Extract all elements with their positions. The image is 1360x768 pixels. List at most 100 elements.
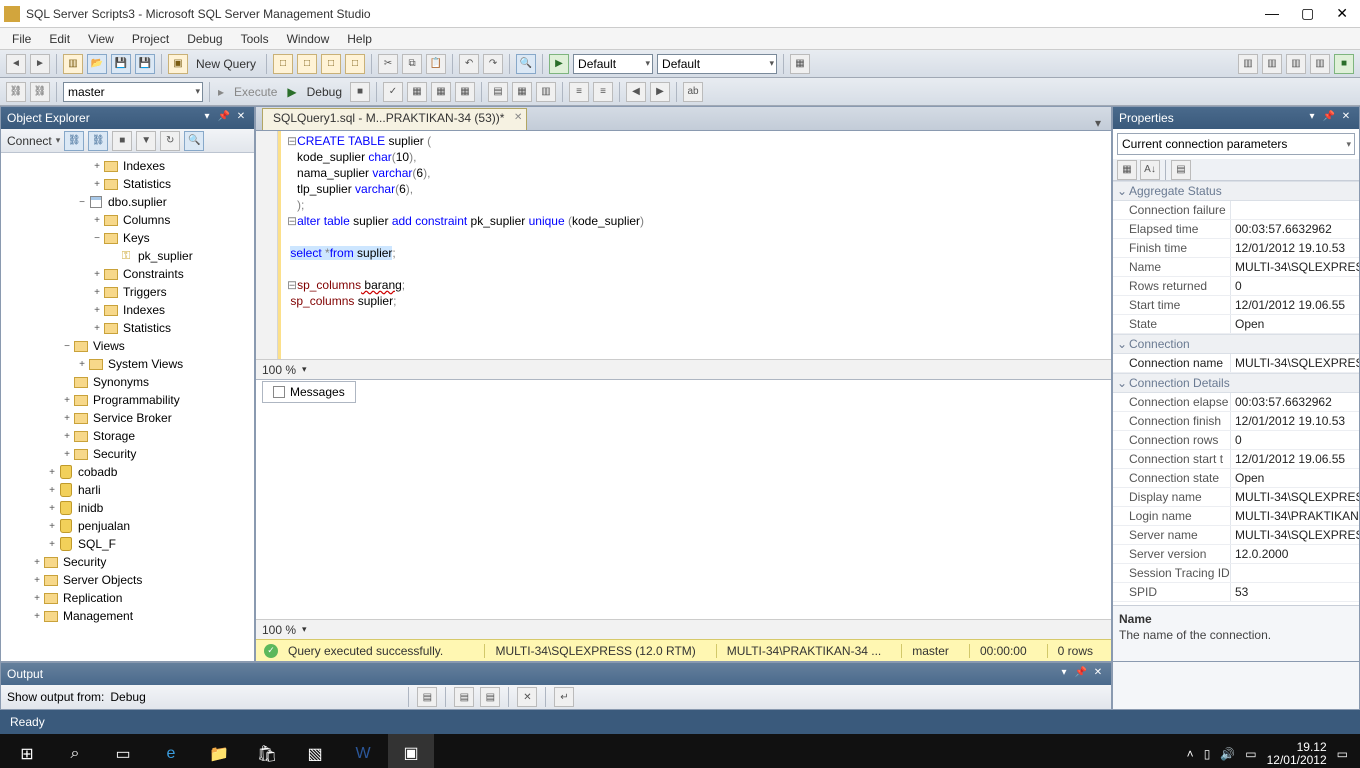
tb2-icon-3[interactable]: ▦ bbox=[455, 82, 475, 102]
filter-icon[interactable]: ▼ bbox=[136, 131, 156, 151]
tree-item[interactable]: +Storage bbox=[1, 427, 254, 445]
tree-item[interactable]: −Views bbox=[1, 337, 254, 355]
out-icon-1[interactable]: ▤ bbox=[417, 687, 437, 707]
messages-body[interactable] bbox=[256, 403, 1111, 619]
tree-item[interactable]: +Statistics bbox=[1, 175, 254, 193]
panel-dropdown-icon[interactable]: ▾ bbox=[200, 111, 214, 125]
connect-button[interactable]: Connect bbox=[7, 134, 52, 148]
tree-item[interactable]: −Keys bbox=[1, 229, 254, 247]
tree-item[interactable]: +Constraints bbox=[1, 265, 254, 283]
lang-icon[interactable]: ▭ bbox=[1245, 747, 1256, 761]
expand-icon[interactable]: + bbox=[46, 539, 58, 550]
expand-icon[interactable]: + bbox=[91, 287, 103, 298]
properties-grid[interactable]: Aggregate Status Connection failure Elap… bbox=[1113, 181, 1359, 605]
expand-icon[interactable]: + bbox=[31, 557, 43, 568]
close-button[interactable]: ✕ bbox=[1336, 5, 1348, 22]
indent-inc-icon[interactable]: ▶ bbox=[650, 82, 670, 102]
menu-tools[interactable]: Tools bbox=[233, 30, 277, 48]
parse-icon[interactable]: ✓ bbox=[383, 82, 403, 102]
group-conn-details[interactable]: Connection Details bbox=[1113, 373, 1359, 393]
undo-icon[interactable]: ↶ bbox=[459, 54, 479, 74]
tree-item[interactable]: +inidb bbox=[1, 499, 254, 517]
expand-icon[interactable]: + bbox=[91, 323, 103, 334]
expand-icon[interactable]: + bbox=[31, 575, 43, 586]
nav-back-icon[interactable]: ◄ bbox=[6, 54, 26, 74]
tb-icon-r3[interactable]: ▥ bbox=[1286, 54, 1306, 74]
tb-icon-2[interactable]: □ bbox=[297, 54, 317, 74]
properties-object-combo[interactable]: Current connection parameters bbox=[1117, 133, 1355, 155]
tree-item[interactable]: +cobadb bbox=[1, 463, 254, 481]
results-file-icon[interactable]: ▥ bbox=[536, 82, 556, 102]
tree-item[interactable]: Synonyms bbox=[1, 373, 254, 391]
tb-icon-3[interactable]: □ bbox=[321, 54, 341, 74]
code-editor[interactable]: ⊟CREATE TABLE suplier ( kode_suplier cha… bbox=[256, 131, 1111, 359]
tree-item[interactable]: +penjualan bbox=[1, 517, 254, 535]
minimize-button[interactable]: — bbox=[1265, 5, 1279, 22]
tree-item[interactable]: +Programmability bbox=[1, 391, 254, 409]
task-view-button[interactable]: ▭ bbox=[100, 734, 146, 768]
tree-item[interactable]: +SQL_F bbox=[1, 535, 254, 553]
props-close-icon[interactable]: ✕ bbox=[1339, 111, 1353, 125]
tree-item[interactable]: ⚿pk_suplier bbox=[1, 247, 254, 265]
uncomment-icon[interactable]: ≡ bbox=[593, 82, 613, 102]
expand-icon[interactable]: + bbox=[31, 593, 43, 604]
clock[interactable]: 19.12 12/01/2012 bbox=[1267, 741, 1327, 767]
ssms-taskbar-icon[interactable]: ▣ bbox=[388, 734, 434, 768]
expand-icon[interactable]: − bbox=[61, 341, 73, 352]
copy-icon[interactable]: ⧉ bbox=[402, 54, 422, 74]
alphabetical-icon[interactable]: A↓ bbox=[1140, 160, 1160, 180]
group-connection[interactable]: Connection bbox=[1113, 334, 1359, 354]
props-pin-icon[interactable]: 📌 bbox=[1322, 111, 1336, 125]
volume-icon[interactable]: 🔊 bbox=[1220, 747, 1235, 761]
clear-all-icon[interactable]: ✕ bbox=[517, 687, 537, 707]
expand-icon[interactable]: + bbox=[91, 305, 103, 316]
panel-close-icon[interactable]: ✕ bbox=[234, 111, 248, 125]
tree-item[interactable]: +Statistics bbox=[1, 319, 254, 337]
expand-icon[interactable]: + bbox=[46, 485, 58, 496]
expand-icon[interactable]: + bbox=[46, 521, 58, 532]
output-close-icon[interactable]: ✕ bbox=[1091, 667, 1105, 681]
expand-icon[interactable]: − bbox=[76, 197, 88, 208]
categorized-icon[interactable]: ▦ bbox=[1117, 160, 1137, 180]
tab-list-icon[interactable]: ▾ bbox=[1091, 116, 1105, 130]
expand-icon[interactable]: + bbox=[61, 413, 73, 424]
output-dropdown-icon[interactable]: ▾ bbox=[1057, 667, 1071, 681]
start-button[interactable]: ⊞ bbox=[4, 734, 50, 768]
stop2-icon[interactable]: ■ bbox=[112, 131, 132, 151]
find-icon[interactable]: 🔍 bbox=[516, 54, 536, 74]
cut-icon[interactable]: ✂ bbox=[378, 54, 398, 74]
tb2-icon-2[interactable]: ▦ bbox=[431, 82, 451, 102]
messages-tab[interactable]: Messages bbox=[262, 381, 356, 403]
disconnect2-icon[interactable]: ⛓ bbox=[88, 131, 108, 151]
tb-icon-r5[interactable]: ■ bbox=[1334, 54, 1354, 74]
tree-item[interactable]: +Replication bbox=[1, 589, 254, 607]
expand-icon[interactable]: + bbox=[91, 269, 103, 280]
group-aggregate[interactable]: Aggregate Status bbox=[1113, 181, 1359, 201]
tree-item[interactable]: +Triggers bbox=[1, 283, 254, 301]
word-icon[interactable]: W bbox=[340, 734, 386, 768]
tree-item[interactable]: −dbo.suplier bbox=[1, 193, 254, 211]
tree-item[interactable]: +Indexes bbox=[1, 301, 254, 319]
connect-icon[interactable]: ⛓ bbox=[64, 131, 84, 151]
expand-icon[interactable]: + bbox=[91, 215, 103, 226]
zoom-level-2[interactable]: 100 % bbox=[262, 623, 296, 637]
explorer-icon[interactable]: 📁 bbox=[196, 734, 242, 768]
paste-icon[interactable]: 📋 bbox=[426, 54, 446, 74]
toggle-wrap-icon[interactable]: ↵ bbox=[554, 687, 574, 707]
new-query-icon[interactable]: ▣ bbox=[168, 54, 188, 74]
menu-help[interactable]: Help bbox=[339, 30, 380, 48]
menu-edit[interactable]: Edit bbox=[41, 30, 78, 48]
panel-pin-icon[interactable]: 📌 bbox=[217, 111, 231, 125]
store-icon[interactable]: 🛍 bbox=[244, 734, 290, 768]
solution-config-combo[interactable]: Default bbox=[573, 54, 653, 74]
network-icon[interactable]: ▯ bbox=[1204, 747, 1211, 761]
expand-icon[interactable]: + bbox=[46, 467, 58, 478]
out-icon-3[interactable]: ▤ bbox=[480, 687, 500, 707]
tb-icon-1[interactable]: □ bbox=[273, 54, 293, 74]
tree-item[interactable]: +harli bbox=[1, 481, 254, 499]
solution-platform-combo[interactable]: Default bbox=[657, 54, 777, 74]
tree-item[interactable]: +System Views bbox=[1, 355, 254, 373]
tb-icon-5[interactable]: ▦ bbox=[790, 54, 810, 74]
menu-view[interactable]: View bbox=[80, 30, 122, 48]
maximize-button[interactable]: ▢ bbox=[1301, 5, 1314, 22]
